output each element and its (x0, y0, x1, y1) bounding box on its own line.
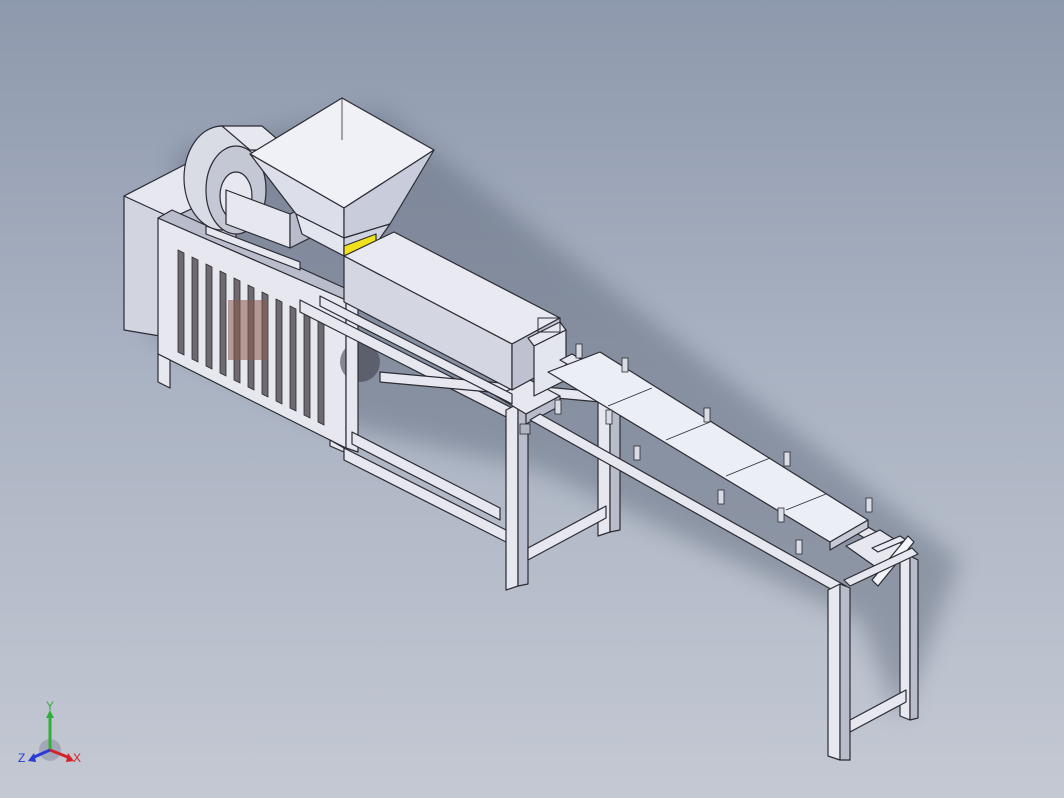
z-arrow-icon (28, 753, 36, 762)
graphics-viewport[interactable]: Y X Z (0, 0, 1064, 798)
orientation-triad[interactable]: Y X Z (18, 700, 88, 772)
model-3d-view[interactable] (0, 0, 1064, 798)
x-label: X (73, 751, 81, 765)
y-label: Y (46, 700, 54, 713)
z-label: Z (18, 751, 25, 765)
